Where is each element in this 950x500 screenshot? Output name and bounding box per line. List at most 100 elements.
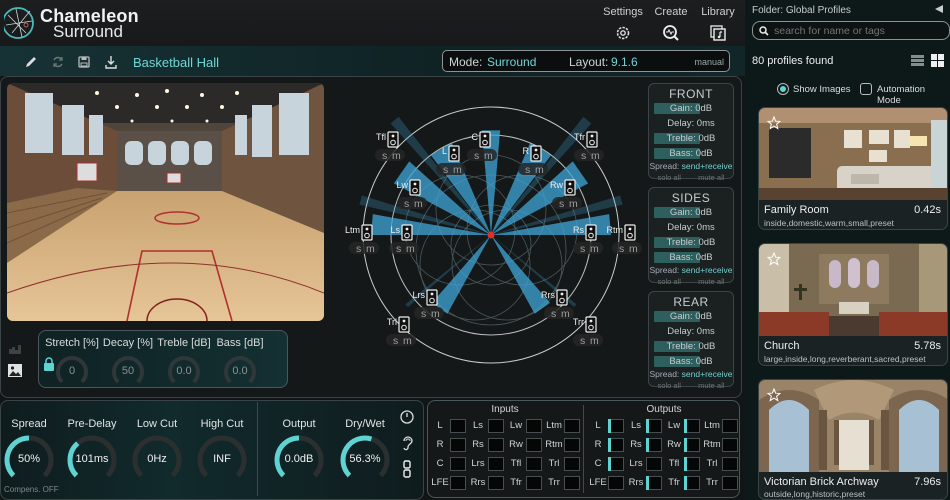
main-knob[interactable]: 101ms xyxy=(65,433,119,487)
output-meter[interactable] xyxy=(684,419,700,433)
mode-value[interactable]: Surround xyxy=(487,55,536,69)
folder-label[interactable]: Folder: Global Profiles xyxy=(752,5,851,16)
profile-card[interactable]: Church 5.78s large,inside,long,reverbera… xyxy=(758,243,948,366)
mute-button[interactable]: m xyxy=(392,150,401,162)
power-icon[interactable] xyxy=(400,410,414,424)
mute-button[interactable]: m xyxy=(629,243,638,255)
mute-button[interactable]: m xyxy=(403,335,412,347)
image-view-icon[interactable] xyxy=(8,364,22,377)
output-meter[interactable] xyxy=(684,438,700,452)
settings-button[interactable]: Settings xyxy=(598,6,648,42)
zone-treble-control[interactable]: Treble: 0dB xyxy=(649,235,733,250)
refresh-icon[interactable] xyxy=(51,55,65,69)
main-knob[interactable]: 50% xyxy=(2,433,56,487)
zone-delay-control[interactable]: Delay: 0ms xyxy=(649,116,733,131)
output-meter[interactable] xyxy=(684,457,700,471)
profile-card[interactable]: Victorian Brick Archway 7.96s outside,lo… xyxy=(758,379,948,500)
solo-button[interactable]: s xyxy=(551,308,556,320)
input-meter[interactable] xyxy=(488,476,504,490)
save-icon[interactable] xyxy=(77,55,91,69)
mute-all-button[interactable]: mute all xyxy=(698,381,724,390)
output-meter[interactable] xyxy=(608,476,624,490)
favorite-star-icon[interactable] xyxy=(767,388,781,402)
output-meter[interactable] xyxy=(608,438,624,452)
zone-treble-control[interactable]: Treble: 0dB xyxy=(649,131,733,146)
input-meter[interactable] xyxy=(526,419,542,433)
input-meter[interactable] xyxy=(564,419,580,433)
input-meter[interactable] xyxy=(488,438,504,452)
output-meter[interactable] xyxy=(646,457,662,471)
tweak-knob[interactable]: 0.0 xyxy=(164,352,204,388)
zone-bass-control[interactable]: Bass: 0dB xyxy=(649,146,733,161)
solo-button[interactable]: s xyxy=(559,198,564,210)
chart-view-icon[interactable] xyxy=(8,343,22,355)
tweak-knob[interactable]: 0 xyxy=(52,352,92,388)
grid-view-icon[interactable] xyxy=(931,54,944,67)
collapse-sidebar-icon[interactable] xyxy=(934,4,944,14)
mute-button[interactable]: m xyxy=(453,164,462,176)
solo-button[interactable]: s xyxy=(393,335,398,347)
tweak-knob[interactable]: 50 xyxy=(108,352,148,388)
speaker-trr[interactable]: Trr s m xyxy=(573,316,603,347)
mode-layout-selector[interactable]: Mode: Surround Layout: 9.1.6 manual xyxy=(442,50,730,72)
show-images-radio[interactable] xyxy=(777,83,789,95)
mute-all-button[interactable]: mute all xyxy=(698,277,724,286)
input-meter[interactable] xyxy=(450,457,466,471)
zone-bass-control[interactable]: Bass: 0dB xyxy=(649,354,733,369)
search-input[interactable] xyxy=(774,24,944,38)
mute-button[interactable]: m xyxy=(406,243,415,255)
main-knob[interactable]: 56.3% xyxy=(338,433,392,487)
zone-spread[interactable]: Spread: send+receive xyxy=(649,369,733,379)
zone-spread[interactable]: Spread: send+receive xyxy=(649,161,733,171)
mute-button[interactable]: m xyxy=(590,243,599,255)
solo-button[interactable]: s xyxy=(404,198,409,210)
link-icon[interactable] xyxy=(403,460,411,478)
zone-gain-control[interactable]: Gain: 0dB xyxy=(649,309,733,324)
input-meter[interactable] xyxy=(488,419,504,433)
solo-button[interactable]: s xyxy=(443,164,448,176)
solo-button[interactable]: s xyxy=(580,243,585,255)
main-knob[interactable]: 0.0dB xyxy=(272,433,326,487)
library-button[interactable]: Library xyxy=(693,6,743,42)
solo-button[interactable]: s xyxy=(396,243,401,255)
output-meter[interactable] xyxy=(646,438,662,452)
speaker-tfr[interactable]: Tfr s m xyxy=(574,131,604,162)
zone-gain-control[interactable]: Gain: 0dB xyxy=(649,205,733,220)
output-meter[interactable] xyxy=(722,419,738,433)
input-meter[interactable] xyxy=(564,438,580,452)
mute-button[interactable]: m xyxy=(561,308,570,320)
mute-button[interactable]: m xyxy=(414,198,423,210)
surround-visualizer[interactable]: Tfls mCs mTfrs mLs mRs mLws mRws mLtms mLss mRss m… xyxy=(340,80,645,395)
profile-card[interactable]: Family Room 0.42s inside,domestic,warm,s… xyxy=(758,107,948,230)
spread-value[interactable]: send+receive xyxy=(682,369,733,379)
solo-all-button[interactable]: solo all xyxy=(658,173,681,182)
output-meter[interactable] xyxy=(608,419,624,433)
output-meter[interactable] xyxy=(722,438,738,452)
solo-button[interactable]: s xyxy=(580,335,585,347)
mute-button[interactable]: m xyxy=(535,164,544,176)
input-meter[interactable] xyxy=(488,457,504,471)
solo-all-button[interactable]: solo all xyxy=(658,381,681,390)
output-meter[interactable] xyxy=(684,476,700,490)
search-box[interactable] xyxy=(752,21,950,40)
create-button[interactable]: Create xyxy=(646,6,696,42)
zone-treble-control[interactable]: Treble: 0dB xyxy=(649,339,733,354)
input-meter[interactable] xyxy=(526,476,542,490)
zone-gain-control[interactable]: Gain: 0dB xyxy=(649,101,733,116)
spread-value[interactable]: send+receive xyxy=(682,265,733,275)
pencil-icon[interactable] xyxy=(24,55,38,69)
solo-button[interactable]: s xyxy=(619,243,624,255)
speaker-tfl[interactable]: Tfl s m xyxy=(375,131,405,162)
main-knob[interactable]: INF xyxy=(195,433,249,487)
solo-button[interactable]: s xyxy=(356,243,361,255)
zone-bass-control[interactable]: Bass: 0dB xyxy=(649,250,733,265)
output-meter[interactable] xyxy=(646,419,662,433)
download-icon[interactable] xyxy=(104,55,118,69)
speaker-trl[interactable]: Trl s m xyxy=(386,316,416,347)
output-meter[interactable] xyxy=(722,457,738,471)
input-meter[interactable] xyxy=(526,438,542,452)
input-meter[interactable] xyxy=(564,457,580,471)
solo-button[interactable]: s xyxy=(474,150,479,162)
mute-button[interactable]: m xyxy=(591,150,600,162)
favorite-star-icon[interactable] xyxy=(767,252,781,266)
